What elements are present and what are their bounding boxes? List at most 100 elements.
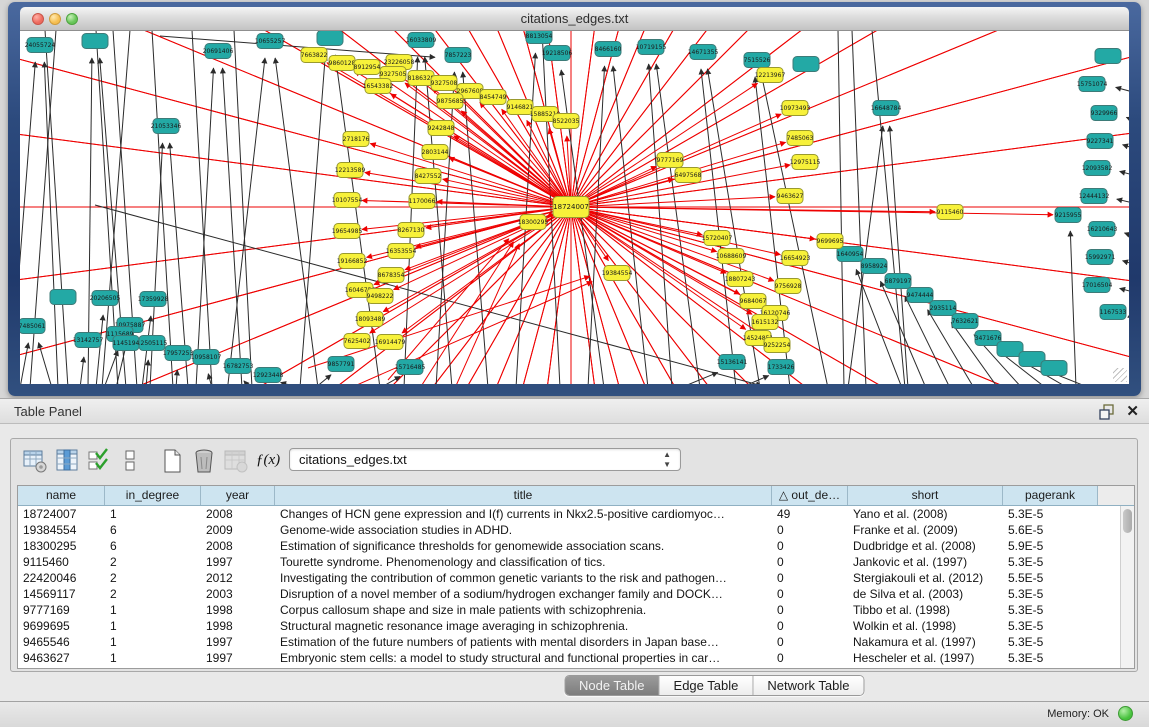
graph-node[interactable]: 16033809 [406, 33, 437, 48]
graph-node[interactable]: 2935114 [930, 301, 957, 316]
table-cell[interactable]: 22420046 [18, 570, 105, 586]
table-row[interactable]: 1872400712008Changes of HCN gene express… [18, 506, 1134, 522]
table-row[interactable]: 1456911722003Disruption of a novel membe… [18, 586, 1134, 602]
column-header-out_de[interactable]: △ out_de… [772, 486, 848, 505]
graph-node[interactable]: 1640954 [837, 247, 864, 262]
table-cell[interactable]: Franke et al. (2009) [848, 522, 1003, 538]
table-cell[interactable]: 1997 [201, 634, 275, 650]
graph-node[interactable]: 18724007 [553, 197, 589, 218]
table-row[interactable]: 946554611997Estimation of the future num… [18, 634, 1134, 650]
unselect-all-icon[interactable] [123, 448, 137, 474]
graph-edge[interactable] [1123, 145, 1129, 148]
graph-node[interactable]: 9684067 [740, 294, 767, 309]
table-cell[interactable]: 5.3E-5 [1003, 554, 1098, 570]
graph-edge[interactable] [370, 144, 571, 207]
graph-node[interactable]: 18093489 [355, 312, 386, 327]
graph-edge[interactable] [275, 58, 318, 384]
table-cell[interactable]: 0 [772, 538, 848, 554]
graph-node[interactable]: 16648784 [871, 101, 902, 116]
graph-node[interactable]: 7485061 [20, 319, 46, 334]
table-cell[interactable]: 5.3E-5 [1003, 650, 1098, 666]
table-cell[interactable]: 1998 [201, 602, 275, 618]
table-cell[interactable]: 2 [105, 554, 201, 570]
float-panel-icon[interactable] [1099, 404, 1115, 420]
table-row[interactable]: 1830029562008Estimation of significance … [18, 538, 1134, 554]
graph-edge[interactable] [454, 136, 571, 207]
column-header-in_degree[interactable]: in_degree [105, 486, 201, 505]
graph-node[interactable]: 16654923 [780, 251, 811, 266]
graph-node[interactable]: 12213967 [755, 68, 786, 83]
table-cell[interactable]: 9115460 [18, 554, 105, 570]
table-cell[interactable]: Tourette syndrome. Phenomenology and cla… [275, 554, 772, 570]
table-cell[interactable]: 0 [772, 650, 848, 666]
graph-node[interactable]: 9329966 [1091, 106, 1118, 121]
graph-edge[interactable] [20, 62, 35, 384]
table-row[interactable]: 2242004622012Investigating the contribut… [18, 570, 1134, 586]
table-cell[interactable]: Wolkin et al. (1998) [848, 618, 1003, 634]
graph-node[interactable]: 10973493 [780, 101, 811, 116]
table-cell[interactable]: 0 [772, 634, 848, 650]
graph-node[interactable]: 8466160 [595, 42, 622, 57]
table-cell[interactable]: 2012 [201, 570, 275, 586]
graph-node[interactable]: 13142757 [73, 333, 104, 348]
tab-edge-table[interactable]: Edge Table [660, 676, 754, 695]
table-cell[interactable]: 5.3E-5 [1003, 618, 1098, 634]
graph-edge[interactable] [228, 58, 265, 384]
table-cell[interactable]: Investigating the contribution of common… [275, 570, 772, 586]
table-cell[interactable]: Yano et al. (2008) [848, 506, 1003, 522]
new-column-icon[interactable] [159, 448, 185, 474]
table-row[interactable]: 946362711997Embryonic stem cells: a mode… [18, 650, 1134, 666]
graph-node[interactable]: 1733426 [768, 360, 795, 375]
graph-node[interactable]: 9242848 [428, 121, 455, 136]
graph-node[interactable]: 9699695 [817, 234, 844, 249]
network-canvas[interactable]: 2405572420691406106552571603380978572238… [20, 31, 1129, 384]
network-view-window[interactable]: citations_edges.txt 24055724206914061065… [8, 2, 1141, 396]
graph-edge[interactable] [176, 370, 177, 384]
graph-node[interactable]: 8522035 [553, 114, 580, 129]
graph-node[interactable]: 20691406 [203, 44, 234, 59]
table-cell[interactable]: Structural magnetic resonance image aver… [275, 618, 772, 634]
graph-node[interactable]: 7857223 [445, 48, 472, 63]
graph-node[interactable]: 7632621 [952, 314, 979, 329]
table-cell[interactable]: 1 [105, 634, 201, 650]
graph-node[interactable]: 17016504 [1082, 278, 1113, 293]
graph-node[interactable]: 8454749 [480, 90, 507, 105]
graph-node[interactable]: 10719155 [636, 40, 667, 55]
graph-node[interactable]: 19166852 [337, 254, 368, 269]
table-cell[interactable]: Stergiakouli et al. (2012) [848, 570, 1003, 586]
graph-edge[interactable] [1117, 199, 1129, 203]
graph-node[interactable]: 8678354 [378, 268, 405, 283]
graph-edge[interactable] [96, 315, 103, 384]
table-cell[interactable]: 1997 [201, 554, 275, 570]
graph-node[interactable]: 9756928 [775, 279, 802, 294]
graph-node[interactable]: 9498222 [367, 289, 394, 304]
graph-node[interactable]: 9215955 [1055, 208, 1082, 223]
table-row[interactable]: 977716911998Corpus callosum shape and si… [18, 602, 1134, 618]
graph-node[interactable]: 10688609 [716, 249, 747, 264]
graph-node[interactable] [793, 57, 819, 72]
graph-node[interactable]: 9875685 [437, 94, 464, 109]
graph-node[interactable]: 10107554 [332, 193, 363, 208]
table-cell[interactable]: 49 [772, 506, 848, 522]
graph-node[interactable]: 14671355 [688, 45, 719, 60]
graph-node[interactable]: 19384554 [602, 266, 633, 281]
graph-edge[interactable] [80, 357, 84, 384]
graph-node[interactable]: 2718176 [343, 132, 370, 147]
graph-node[interactable]: 15136141 [717, 355, 748, 370]
graph-node[interactable]: 12444132 [1079, 189, 1110, 204]
table-cell[interactable]: Embryonic stem cells: a model to study s… [275, 650, 772, 666]
table-select-dropdown[interactable]: citations_edges.txt ▲▼ [289, 448, 681, 471]
table-mode-icon[interactable] [22, 448, 48, 474]
graph-node[interactable]: 16210643 [1087, 222, 1118, 237]
graph-edge[interactable] [281, 382, 300, 384]
graph-node[interactable]: 10958107 [191, 350, 222, 365]
table-cell[interactable]: 2 [105, 570, 201, 586]
graph-node[interactable]: 7485063 [787, 131, 814, 146]
graph-node[interactable]: 8958924 [861, 259, 888, 274]
graph-node[interactable]: 6879197 [885, 274, 912, 289]
network-window-titlebar[interactable]: citations_edges.txt [20, 7, 1129, 31]
graph-node[interactable]: 18300295 [518, 215, 549, 230]
table-cell[interactable]: 9699695 [18, 618, 105, 634]
graph-node[interactable]: 2803144 [422, 145, 449, 160]
table-cell[interactable]: 5.6E-5 [1003, 522, 1098, 538]
